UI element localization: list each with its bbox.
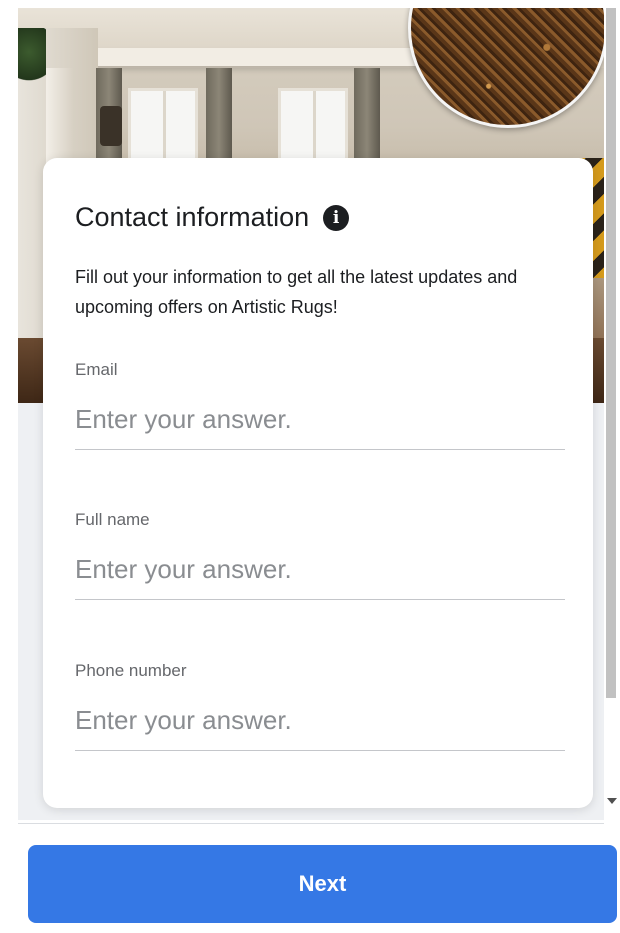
- hero-plant: [18, 28, 46, 88]
- hero-lamp: [100, 106, 122, 146]
- phone-number-field-group: Phone number: [75, 661, 565, 751]
- email-field-group: Email: [75, 360, 565, 450]
- scrollbar-thumb[interactable]: [606, 8, 616, 698]
- scrollbar[interactable]: [604, 8, 620, 820]
- form-title-text: Contact information: [75, 202, 310, 232]
- footer-divider: [18, 823, 604, 824]
- info-icon[interactable]: i: [323, 204, 350, 231]
- rug-swatch-image: [408, 8, 604, 128]
- phone-number-label: Phone number: [75, 661, 187, 680]
- contact-form-card: Contact information i Fill out your info…: [43, 158, 593, 808]
- full-name-label: Full name: [75, 510, 150, 529]
- next-button[interactable]: Next: [28, 845, 617, 923]
- phone-number-field[interactable]: [75, 705, 565, 751]
- form-scroll-viewport[interactable]: Contact information i Fill out your info…: [18, 8, 604, 820]
- full-name-field[interactable]: [75, 554, 565, 600]
- full-name-field-group: Full name: [75, 510, 565, 600]
- form-title: Contact information i: [75, 202, 350, 233]
- form-description: Fill out your information to get all the…: [75, 267, 518, 317]
- chevron-down-icon[interactable]: [607, 798, 617, 804]
- email-label: Email: [75, 360, 118, 379]
- email-field[interactable]: [75, 404, 565, 450]
